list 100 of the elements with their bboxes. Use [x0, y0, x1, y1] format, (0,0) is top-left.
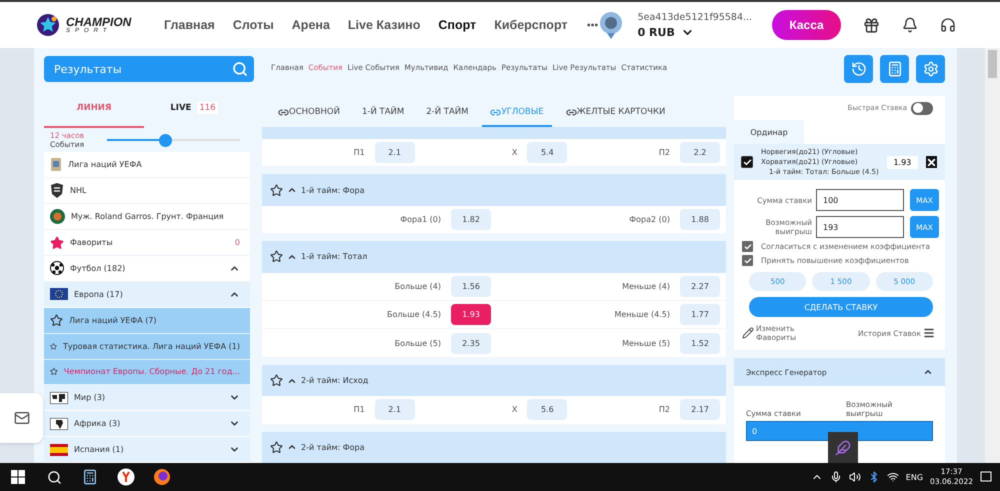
- region-item[interactable]: Мир (3): [44, 385, 250, 412]
- star-icon[interactable]: [270, 440, 283, 454]
- settings-icon: [922, 61, 938, 77]
- outcome-label: Больше (4): [394, 282, 441, 291]
- history-icon: [850, 61, 866, 77]
- region-item[interactable]: Испания (1): [44, 437, 250, 463]
- market-tab[interactable]: 1-Й ТАЙМ: [354, 99, 412, 128]
- odds-button[interactable]: 5.4: [527, 142, 568, 164]
- odds-button[interactable]: 1.93: [451, 304, 491, 326]
- quick-bet-toggle[interactable]: [911, 102, 933, 114]
- outcome-label: Фора2 (0): [629, 215, 670, 224]
- gift-icon[interactable]: [863, 16, 880, 34]
- market-title: 1-й тайм: Фора: [301, 186, 365, 195]
- favorites-item[interactable]: Фавориты 0: [44, 230, 250, 256]
- search-button[interactable]: [226, 56, 254, 82]
- mail-icon: [14, 410, 30, 426]
- outcome-label: П1: [354, 148, 365, 158]
- market-header[interactable]: 2-й тайм: Исход: [262, 364, 726, 396]
- africa-map-icon: [50, 418, 68, 430]
- option-checkbox[interactable]: [742, 241, 753, 252]
- odds-button[interactable]: 1.52: [680, 332, 720, 354]
- ball-icon: [50, 261, 64, 276]
- outcome-label: Больше (4.5): [387, 310, 441, 320]
- region-item[interactable]: Африка (3): [44, 411, 250, 438]
- avatar-icon: [598, 11, 623, 39]
- odds-button[interactable]: 2.17: [680, 399, 720, 420]
- nav-link[interactable]: Live Казино: [348, 18, 420, 32]
- bet-odds: 1.93: [886, 156, 918, 168]
- league-item[interactable]: Лига наций УЕФА: [44, 152, 250, 178]
- odds-button[interactable]: 2.2: [680, 142, 720, 164]
- market-title: 2-й тайм: Исход: [301, 376, 368, 386]
- bell-icon[interactable]: [902, 17, 918, 33]
- calculator-button[interactable]: [880, 55, 909, 83]
- option-checkbox[interactable]: [742, 255, 753, 266]
- outcome-label: Фора1 (0): [400, 215, 441, 224]
- odds-button[interactable]: 1.88: [680, 209, 720, 230]
- odds-button[interactable]: 2.1: [374, 142, 415, 164]
- single-bet-tab[interactable]: Ординар: [734, 120, 804, 144]
- shield-icon: [50, 183, 64, 198]
- account-id: 5ea413de5121f95584...: [638, 12, 752, 22]
- sport-item[interactable]: Футбол (182): [44, 256, 250, 282]
- market-tab[interactable]: ЖЕЛТЫЕ КАРТОЧКИ: [558, 99, 674, 128]
- odds-button[interactable]: 5.6: [527, 399, 568, 420]
- stake-field[interactable]: 100: [816, 189, 904, 211]
- odds-button[interactable]: 1.82: [451, 209, 491, 230]
- odds-button[interactable]: 2.35: [451, 332, 491, 354]
- cashier-button[interactable]: Касса: [772, 10, 841, 40]
- microphone-icon[interactable]: [830, 471, 842, 483]
- settings-button[interactable]: [916, 55, 945, 83]
- outcome-label: Больше (5): [394, 338, 441, 348]
- odds-button[interactable]: 1.77: [680, 304, 720, 326]
- region-label: Африка (3): [74, 419, 122, 428]
- league-item[interactable]: NHL: [44, 178, 250, 204]
- outcome-label: Меньше (4.5): [614, 310, 670, 320]
- balance-dropdown[interactable]: 0 RUB: [638, 26, 752, 38]
- star-icon[interactable]: [50, 314, 63, 327]
- odds-button[interactable]: 2.27: [680, 276, 720, 297]
- outcome-label: Меньше (5): [622, 338, 670, 348]
- speaker-icon[interactable]: [848, 471, 861, 483]
- market-tab[interactable]: 2-Й ТАЙМ: [418, 99, 476, 128]
- payout-field[interactable]: 193: [816, 216, 904, 238]
- headset-icon[interactable]: [940, 17, 956, 33]
- market-tab[interactable]: ОСНОВНОЙ: [270, 99, 348, 128]
- nav-link[interactable]: Спорт: [438, 18, 476, 32]
- league-item[interactable]: Муж. Roland Garros. Грунт. Франция: [44, 204, 250, 230]
- shield-icon: [50, 157, 62, 172]
- odds-button[interactable]: 1.56: [451, 276, 491, 297]
- market-header[interactable]: 1-й тайм: Тотал: [262, 241, 726, 273]
- mail-button[interactable]: [0, 393, 43, 443]
- sidebar-tab[interactable]: LIVE 116: [144, 90, 244, 128]
- region-label: Испания (1): [74, 445, 125, 454]
- tournament-item[interactable]: Лига наций УЕФА (7): [44, 308, 250, 334]
- tournament-item[interactable]: Туровая статистика. Лига наций УЕФА (1): [44, 334, 250, 360]
- emblem-icon: [50, 209, 65, 224]
- market-header[interactable]: 2-й тайм: Фора: [262, 432, 726, 463]
- outcome-label: П2: [658, 405, 670, 414]
- odds-button[interactable]: 2.1: [374, 399, 415, 420]
- nav-link[interactable]: Арена: [292, 18, 330, 32]
- bet-checkbox[interactable]: [741, 156, 753, 168]
- star-icon[interactable]: [270, 184, 283, 197]
- notification-icon[interactable]: [980, 471, 992, 483]
- star-icon: [50, 236, 64, 250]
- language-indicator[interactable]: ENG: [906, 472, 924, 482]
- region-label: Европа (17): [74, 290, 124, 299]
- star-icon[interactable]: [270, 374, 283, 388]
- nav-link[interactable]: Киберспорт: [494, 18, 568, 32]
- world-map-icon: [50, 392, 68, 404]
- outcome-label: П2: [658, 148, 670, 158]
- region-item[interactable]: Европа (17): [44, 282, 250, 308]
- floating-toast[interactable]: [828, 432, 858, 463]
- favorites-count: 0: [234, 238, 240, 247]
- nav-link[interactable]: Главная: [164, 18, 215, 32]
- nav-link[interactable]: Слоты: [232, 18, 274, 32]
- flag-icon: [50, 288, 68, 300]
- favorites-label: Фавориты: [70, 238, 114, 247]
- close-button[interactable]: [926, 156, 937, 168]
- search-icon: [232, 61, 248, 77]
- star-icon[interactable]: [270, 250, 283, 264]
- history-button[interactable]: [844, 55, 873, 83]
- market-header[interactable]: 1-й тайм: Фора: [262, 174, 726, 206]
